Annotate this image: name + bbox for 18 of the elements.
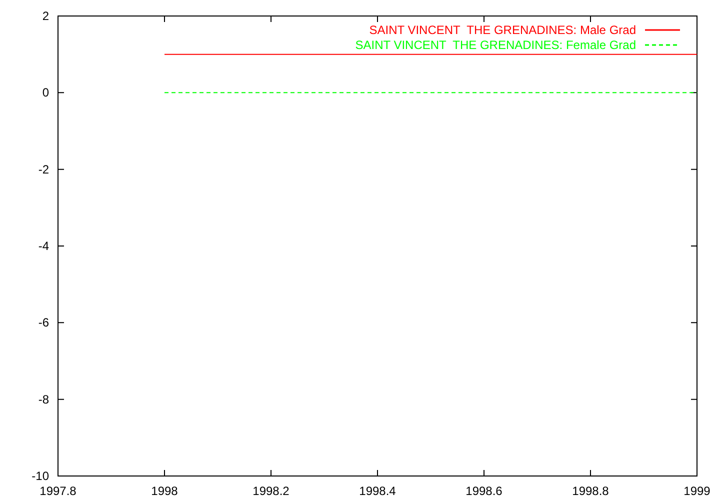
y-tick-label: 0 [42,86,49,100]
y-tick-label: 2 [42,9,49,23]
y-tick-label: -6 [38,316,49,330]
y-tick-label: -10 [32,469,49,483]
y-tick-label: -2 [38,162,49,176]
legend-label: SAINT VINCENT THE GRENADINES: Male Grad [369,23,636,37]
x-tick-label: 1998.6 [466,484,502,498]
legend-line-sample [645,29,680,31]
y-tick-label: -8 [38,392,49,406]
x-tick-label: 1998.4 [359,484,396,498]
x-tick-label: 1999 [684,484,710,498]
x-tick-label: 1998.8 [572,484,609,498]
legend-label: SAINT VINCENT THE GRENADINES: Female Grad [355,38,636,52]
x-tick-label: 1997.8 [40,484,76,498]
x-tick-label: 1998 [151,484,178,498]
y-tick-label: -4 [38,239,49,253]
x-tick-label: 1998.2 [252,484,290,498]
legend-line-sample [645,44,680,46]
